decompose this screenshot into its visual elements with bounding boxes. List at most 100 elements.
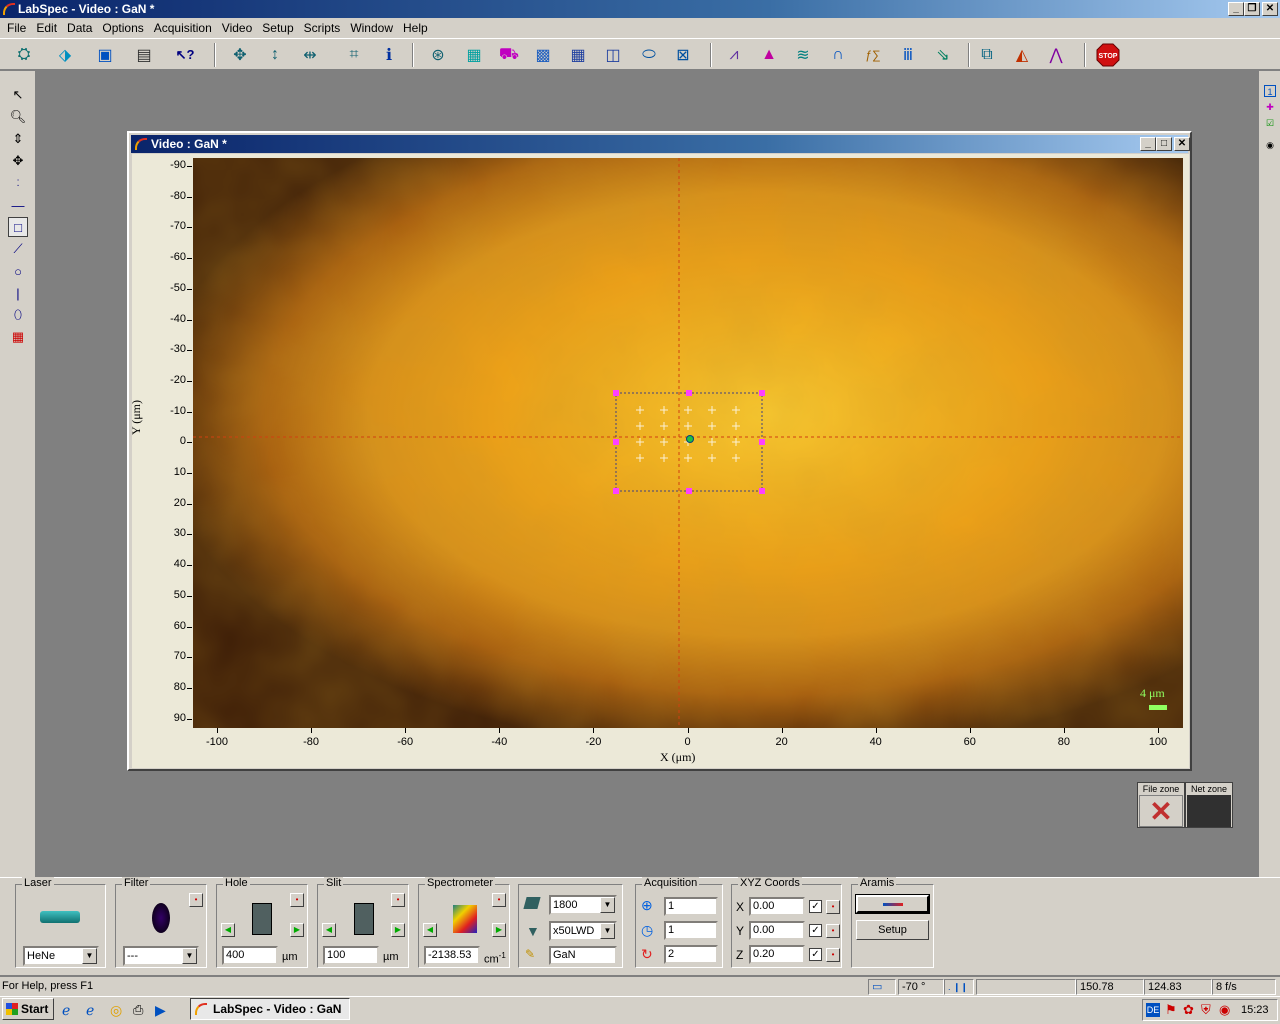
close-button[interactable]: ✕ <box>1262 2 1278 16</box>
spectra-icon[interactable]: ⅲ <box>895 42 921 67</box>
pointer-icon[interactable]: ↖ <box>8 85 28 105</box>
slit-decrease-button[interactable]: ◀ <box>322 923 336 937</box>
tray-network-icon[interactable]: ⚑ <box>1165 1000 1177 1020</box>
multi-peaks-icon[interactable]: ▲ <box>756 42 782 67</box>
quicklaunch-ie-icon[interactable]: ℯ <box>62 1002 70 1019</box>
z-coord-field[interactable]: 0.20 <box>749 945 805 964</box>
hole-increase-button[interactable]: ▶ <box>290 923 304 937</box>
resize-handle[interactable] <box>759 488 765 494</box>
table-grid-icon[interactable]: ▦ <box>565 42 591 67</box>
tray-security-icon[interactable]: ✿ <box>1183 1000 1194 1020</box>
menu-setup[interactable]: Setup <box>257 21 298 35</box>
laser-spot-marker[interactable] <box>686 435 694 443</box>
sample-name-field[interactable]: GaN <box>549 946 617 965</box>
fit-icon[interactable]: ∩ <box>825 42 851 67</box>
map-grid-icon[interactable]: ▩ <box>530 42 556 67</box>
load-icon[interactable]: ⬗ <box>52 42 78 67</box>
slit-value-field[interactable]: 100 <box>323 946 379 965</box>
menu-help[interactable]: Help <box>398 21 433 35</box>
menu-edit[interactable]: Edit <box>31 21 62 35</box>
minimize-button[interactable]: _ <box>1228 2 1244 16</box>
hole-set-button[interactable]: • <box>290 893 304 907</box>
export-icon[interactable]: ⇘ <box>930 42 956 67</box>
check-icon[interactable]: ☑ <box>1264 117 1276 129</box>
scale-icon[interactable]: ⊠ <box>670 42 696 67</box>
video-close-button[interactable]: ✕ <box>1174 137 1190 151</box>
spectrometer-set-button[interactable]: • <box>492 893 506 907</box>
display-icon[interactable]: ◫ <box>600 42 626 67</box>
menu-acquisition[interactable]: Acquisition <box>149 21 217 35</box>
horizontal-fit-icon[interactable]: ⇹ <box>297 42 323 67</box>
move-icon[interactable]: ✥ <box>8 151 28 171</box>
y-coord-field[interactable]: 0.00 <box>749 921 805 940</box>
open-icon[interactable]: ⛭ <box>11 42 37 67</box>
add-marker-icon[interactable]: ✚ <box>1264 101 1276 113</box>
resize-handle[interactable] <box>613 439 619 445</box>
acquisition-time-field[interactable]: 1 <box>664 897 718 916</box>
laser-select[interactable]: HeNe ▼ <box>23 946 99 966</box>
menu-file[interactable]: File <box>2 21 31 35</box>
quicklaunch-media-icon[interactable]: ▶ <box>155 1002 166 1019</box>
restore-button[interactable]: ❐ <box>1244 2 1260 16</box>
quicklaunch-outlook-icon[interactable]: ◎ <box>110 1002 122 1019</box>
stop-icon[interactable]: STOP <box>1095 42 1121 67</box>
line-icon[interactable]: — <box>8 195 28 215</box>
cycles-field[interactable]: 2 <box>664 945 718 964</box>
print-icon[interactable]: ▤ <box>131 42 157 67</box>
spectrum-acquire-icon[interactable]: ⊛ <box>425 42 451 67</box>
net-zone[interactable]: Net zone <box>1185 782 1233 828</box>
formula-icon[interactable]: ƒ∑ <box>860 42 886 67</box>
info-icon[interactable]: ℹ <box>376 42 402 67</box>
menu-window[interactable]: Window <box>345 21 398 35</box>
x-coord-checkbox[interactable]: ✓ <box>809 900 822 913</box>
resize-handle[interactable] <box>686 488 692 494</box>
quicklaunch-explorer-icon[interactable]: ⎙ <box>133 1002 143 1018</box>
z-coord-set-button[interactable]: • <box>826 948 840 962</box>
accumulation-field[interactable]: 1 <box>664 921 718 940</box>
tray-antivirus-icon[interactable]: ◉ <box>1219 1000 1230 1020</box>
camera-icon[interactable]: ⬭ <box>636 42 662 67</box>
grid-map-icon[interactable]: ▦ <box>8 327 28 347</box>
menu-options[interactable]: Options <box>97 21 148 35</box>
menu-data[interactable]: Data <box>62 21 97 35</box>
spectrometer-decrease-button[interactable]: ◀ <box>423 923 437 937</box>
resize-handle[interactable] <box>759 390 765 396</box>
resize-handle[interactable] <box>686 390 692 396</box>
baseline-icon[interactable]: ≋ <box>790 42 816 67</box>
layers-icon[interactable]: ⧉ <box>974 42 1000 67</box>
graph-icon[interactable]: ⋀ <box>1043 42 1069 67</box>
quicklaunch-browser-icon[interactable]: ℯ <box>86 1002 94 1019</box>
resize-handle[interactable] <box>613 488 619 494</box>
resize-handle[interactable] <box>613 390 619 396</box>
slit-set-button[interactable]: • <box>391 893 405 907</box>
resize-handle[interactable] <box>759 439 765 445</box>
hole-decrease-button[interactable]: ◀ <box>221 923 235 937</box>
camera-small-icon[interactable]: ◉ <box>1264 139 1276 151</box>
taskbar-labspec-item[interactable]: LabSpec - Video : GaN * <box>190 998 350 1024</box>
video-maximize-button[interactable]: □ <box>1156 137 1172 151</box>
point-icon[interactable]: ⁚ <box>8 173 28 193</box>
y-coord-checkbox[interactable]: ✓ <box>809 924 822 937</box>
objective-select[interactable]: x50LWD ▼ <box>549 921 617 941</box>
hole-value-field[interactable]: 400 <box>222 946 278 965</box>
filter-set-button[interactable]: • <box>189 893 203 907</box>
vertical-line-icon[interactable]: | <box>8 283 28 303</box>
filter-select[interactable]: --- ▼ <box>123 946 199 966</box>
tray-shield-icon[interactable]: ⛨ <box>1201 1000 1211 1020</box>
diagonal-line-icon[interactable]: ⟋ <box>8 239 28 259</box>
file-zone[interactable]: File zone ✕ <box>1137 782 1185 828</box>
z-coord-checkbox[interactable]: ✓ <box>809 948 822 961</box>
ellipse-icon[interactable]: ⬯ <box>8 305 28 325</box>
x-coord-field[interactable]: 0.00 <box>749 897 805 916</box>
spectrometer-value-field[interactable]: -2138.53 <box>424 946 480 965</box>
grating-select[interactable]: 1800 ▼ <box>549 895 617 915</box>
save-icon[interactable]: ▣ <box>92 42 118 67</box>
zoom-icon[interactable]: 🔍︎ <box>8 107 28 127</box>
autofocus-icon[interactable]: ⛟ <box>496 42 522 67</box>
filter-icon[interactable]: ◭ <box>1009 42 1035 67</box>
page-one-icon[interactable]: 1 <box>1264 85 1276 97</box>
aramis-setup-button[interactable]: Setup <box>856 920 929 940</box>
x-coord-set-button[interactable]: • <box>826 900 840 914</box>
y-coord-set-button[interactable]: • <box>826 924 840 938</box>
grid-icon[interactable]: ▦ <box>461 42 487 67</box>
